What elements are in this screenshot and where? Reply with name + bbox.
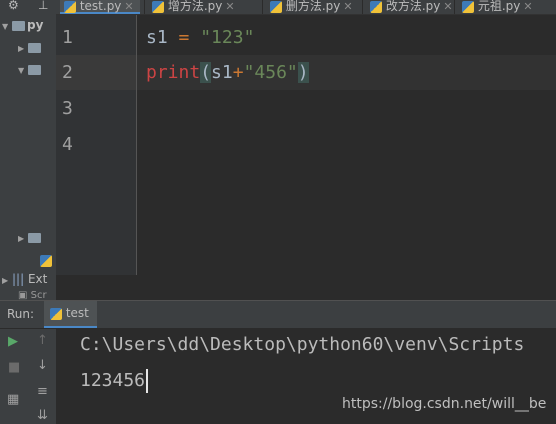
tab-delete-method[interactable]: 删方法.py ✕: [266, 0, 353, 14]
code-operator: +: [232, 62, 244, 83]
code-line-2[interactable]: print(s1+"456"): [146, 62, 309, 83]
tree-folder-row[interactable]: ▶: [18, 40, 43, 58]
stop-icon[interactable]: ■: [8, 361, 20, 374]
run-toolbar: ▶ ↑ ■ ↓ ▦ ≡ ⇊: [0, 329, 56, 424]
tab-label: test.py: [79, 0, 122, 13]
code-string: "123": [200, 27, 255, 48]
code-string: "456": [243, 62, 298, 83]
rerun-icon[interactable]: ▶: [8, 335, 18, 348]
close-icon[interactable]: ✕: [124, 0, 133, 13]
console-output-line: 123456: [80, 369, 149, 393]
line-number: 4: [62, 134, 73, 155]
run-label: Run:: [7, 307, 35, 321]
tab-label: 删方法.py: [285, 0, 341, 13]
code-variable: s1: [146, 27, 168, 48]
python-file-icon: [270, 0, 282, 13]
close-icon[interactable]: ✕: [523, 0, 532, 13]
external-libraries-row[interactable]: ▶ ||| Ext: [2, 272, 47, 286]
external-libraries-label: Ext: [27, 272, 48, 286]
editor-footer-area: [56, 276, 556, 300]
tab-label: 改方法.py: [385, 0, 441, 13]
close-icon[interactable]: ✕: [443, 0, 452, 13]
console-line: C:\Users\dd\Desktop\python60\venv\Script…: [80, 334, 525, 355]
tree-root-label: py: [27, 18, 44, 32]
folder-icon: [28, 64, 41, 75]
chevron-down-icon: ▼: [18, 66, 25, 75]
line-number: 1: [62, 27, 73, 48]
run-tool-header: Run: test: [0, 300, 556, 329]
code-paren-open: (: [200, 62, 212, 83]
scroll-up-icon[interactable]: ↑: [37, 334, 48, 347]
tab-test-py[interactable]: test.py ✕: [60, 0, 140, 14]
tab-modify-method[interactable]: 改方法.py ✕: [366, 0, 453, 14]
tab-label: 增方法.py: [167, 0, 223, 13]
scroll-to-end-icon[interactable]: ⇊: [37, 409, 48, 422]
python-file-icon[interactable]: [40, 250, 52, 269]
run-tab-test[interactable]: test: [44, 301, 97, 328]
console-output-text: 123456: [80, 370, 146, 391]
watermark: https://blog.csdn.net/will__be: [342, 396, 547, 412]
run-tab-label: test: [65, 306, 89, 320]
python-file-icon: [64, 0, 76, 13]
tree-root-row[interactable]: ▼ py: [2, 18, 43, 36]
folder-icon: [28, 42, 41, 53]
scroll-down-icon[interactable]: ↓: [37, 359, 48, 372]
code-builtin: print: [146, 62, 201, 83]
folder-icon: [12, 20, 25, 31]
folder-icon: [27, 232, 41, 243]
tree-folder-row[interactable]: ▼: [18, 62, 43, 80]
code-line-1[interactable]: s1 = "123": [146, 27, 254, 48]
chevron-right-icon: ▶: [18, 44, 25, 53]
gear-icon[interactable]: ⚙: [8, 0, 19, 16]
soft-wrap-icon[interactable]: ≡: [37, 385, 48, 398]
python-file-icon: [462, 0, 474, 13]
python-file-icon: [50, 307, 62, 320]
tab-label: 元祖.py: [477, 0, 521, 13]
text-caret: [146, 369, 149, 393]
code-variable: s1: [211, 62, 233, 83]
chevron-right-icon: ▶: [18, 234, 25, 243]
editor-tab-bar: test.py ✕ 增方法.py ✕ 删方法.py ✕ 改方法.py ✕ 元祖.py ✕: [56, 0, 556, 15]
code-paren-close: ): [297, 62, 309, 83]
tree-folder-row[interactable]: ▶: [18, 230, 43, 244]
line-number: 2: [62, 62, 73, 83]
python-file-icon: [152, 0, 164, 13]
library-icon: |||: [11, 272, 25, 286]
project-panel-bottom: ▶ ▶ ||| Ext ▣ Scr: [0, 228, 56, 301]
python-file-icon: [370, 0, 382, 13]
close-icon[interactable]: ✕: [343, 0, 352, 13]
tab-tuple[interactable]: 元祖.py ✕: [458, 0, 533, 14]
code-operator: =: [178, 27, 190, 48]
layout-icon[interactable]: ▦: [7, 393, 19, 406]
tab-add-method[interactable]: 增方法.py ✕: [148, 0, 235, 14]
chevron-down-icon: ▼: [2, 22, 9, 31]
hide-panel-icon[interactable]: ⊥: [38, 0, 48, 16]
code-editor[interactable]: [137, 15, 556, 275]
close-icon[interactable]: ✕: [225, 0, 234, 13]
line-number: 3: [62, 98, 73, 119]
chevron-right-icon: ▶: [2, 276, 9, 285]
